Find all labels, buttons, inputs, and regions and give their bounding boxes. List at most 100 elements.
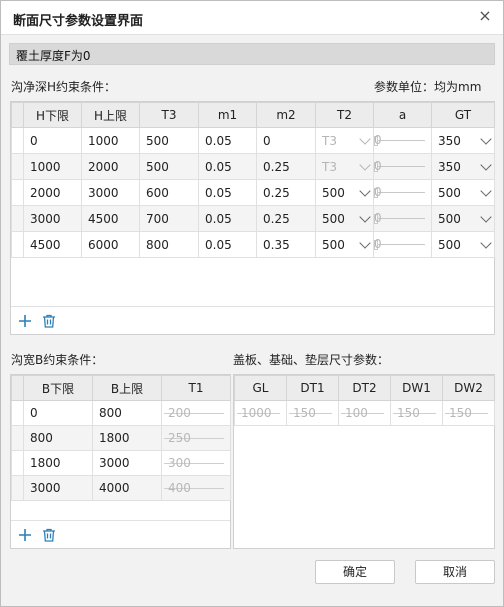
a-slider[interactable]: 0 — [373, 231, 432, 258]
t3-cell[interactable]: 700 — [139, 205, 199, 232]
col-header-b-max[interactable]: B上限 — [92, 375, 162, 401]
chevron-down-icon — [359, 158, 371, 171]
t2-select[interactable]: 500 — [315, 179, 374, 206]
col-header-t1[interactable]: T1 — [161, 375, 231, 401]
cancel-button[interactable]: 取消 — [415, 560, 495, 584]
dw1-cell[interactable]: 150 — [390, 400, 443, 426]
h-max-cell[interactable]: 1000 — [81, 127, 140, 154]
row-stub[interactable] — [11, 231, 24, 258]
col-header-dw2[interactable]: DW2 — [442, 375, 495, 401]
b-max-cell[interactable]: 4000 — [92, 475, 162, 501]
table-row: 1000 150 100 150 150 — [234, 400, 495, 426]
t2-select[interactable]: 500 — [315, 205, 374, 232]
m2-cell[interactable]: 0.25 — [256, 153, 316, 180]
b-max-cell[interactable]: 3000 — [92, 450, 162, 476]
col-header-a[interactable]: a — [373, 102, 432, 128]
col-header-dt1[interactable]: DT1 — [286, 375, 339, 401]
col-header-gt[interactable]: GT — [431, 102, 495, 128]
h-min-cell[interactable]: 2000 — [23, 179, 82, 206]
b-min-cell[interactable]: 1800 — [23, 450, 93, 476]
h-max-cell[interactable]: 2000 — [81, 153, 140, 180]
t2-select[interactable]: 500 — [315, 231, 374, 258]
row-stub[interactable] — [11, 127, 24, 154]
h-min-cell[interactable]: 1000 — [23, 153, 82, 180]
b-max-cell[interactable]: 1800 — [92, 425, 162, 451]
a-slider[interactable]: 0 — [373, 127, 432, 154]
row-stub[interactable] — [11, 205, 24, 232]
col-header-t3[interactable]: T3 — [139, 102, 199, 128]
plus-icon[interactable] — [17, 527, 33, 543]
a-slider[interactable]: 0 — [373, 179, 432, 206]
m2-cell[interactable]: 0.25 — [256, 205, 316, 232]
gt-value: 350 — [438, 159, 461, 174]
row-stub[interactable] — [11, 450, 24, 476]
row-stub[interactable] — [11, 179, 24, 206]
h-table-toolbar — [11, 306, 494, 334]
ok-button[interactable]: 确定 — [315, 560, 395, 584]
b-min-cell[interactable]: 0 — [23, 400, 93, 426]
gt-select[interactable]: 500 — [431, 205, 495, 232]
m1-cell[interactable]: 0.05 — [198, 205, 257, 232]
h-min-cell[interactable]: 3000 — [23, 205, 82, 232]
t1-cell[interactable]: 400 — [161, 475, 231, 501]
gt-select[interactable]: 350 — [431, 127, 495, 154]
b-min-cell[interactable]: 800 — [23, 425, 93, 451]
m1-cell[interactable]: 0.05 — [198, 179, 257, 206]
col-header-m2[interactable]: m2 — [256, 102, 316, 128]
m1-cell[interactable]: 0.05 — [198, 127, 257, 154]
t2-select[interactable]: T3 — [315, 127, 374, 154]
close-icon[interactable]: × — [477, 8, 493, 24]
b-max-cell[interactable]: 800 — [92, 400, 162, 426]
h-max-cell[interactable]: 6000 — [81, 231, 140, 258]
m2-cell[interactable]: 0.35 — [256, 231, 316, 258]
dt1-cell[interactable]: 150 — [286, 400, 339, 426]
trash-icon[interactable] — [41, 527, 57, 543]
dw2-cell[interactable]: 150 — [442, 400, 495, 426]
col-header-m1[interactable]: m1 — [198, 102, 257, 128]
dt2-cell[interactable]: 100 — [338, 400, 391, 426]
a-slider[interactable]: 0 — [373, 205, 432, 232]
t3-cell[interactable]: 600 — [139, 179, 199, 206]
trash-icon[interactable] — [41, 313, 57, 329]
t3-cell[interactable]: 800 — [139, 231, 199, 258]
m1-cell[interactable]: 0.05 — [198, 231, 257, 258]
b-constraint-table: B下限 B上限 T1 0 800 200 800 1800 250 1800 3000 300 3… — [11, 375, 231, 501]
plus-icon[interactable] — [17, 313, 33, 329]
t3-cell[interactable]: 500 — [139, 153, 199, 180]
h-max-cell[interactable]: 3000 — [81, 179, 140, 206]
a-slider[interactable]: 0 — [373, 153, 432, 180]
h-max-cell[interactable]: 4500 — [81, 205, 140, 232]
m2-cell[interactable]: 0.25 — [256, 179, 316, 206]
t1-cell[interactable]: 250 — [161, 425, 231, 451]
table-row: 1800 3000 300 — [11, 450, 231, 476]
col-header-t2[interactable]: T2 — [315, 102, 374, 128]
gt-value: 500 — [438, 211, 461, 226]
row-stub[interactable] — [11, 400, 24, 426]
row-stub[interactable] — [11, 425, 24, 451]
h-min-cell[interactable]: 0 — [23, 127, 82, 154]
m2-cell[interactable]: 0 — [256, 127, 316, 154]
t3-cell[interactable]: 500 — [139, 127, 199, 154]
col-header-b-min[interactable]: B下限 — [23, 375, 93, 401]
title-bar: 断面尺寸参数设置界面 × — [1, 1, 503, 35]
gt-select[interactable]: 500 — [431, 179, 495, 206]
m1-cell[interactable]: 0.05 — [198, 153, 257, 180]
row-header-corner — [11, 102, 24, 128]
col-header-h-max[interactable]: H上限 — [81, 102, 140, 128]
col-header-dt2[interactable]: DT2 — [338, 375, 391, 401]
col-header-h-min[interactable]: H下限 — [23, 102, 82, 128]
b-min-cell[interactable]: 3000 — [23, 475, 93, 501]
t1-cell[interactable]: 200 — [161, 400, 231, 426]
h-min-cell[interactable]: 4500 — [23, 231, 82, 258]
col-header-dw1[interactable]: DW1 — [390, 375, 443, 401]
chevron-down-icon — [359, 210, 371, 223]
col-header-gl[interactable]: GL — [234, 375, 287, 401]
t2-select[interactable]: T3 — [315, 153, 374, 180]
gt-select[interactable]: 500 — [431, 231, 495, 258]
gl-cell[interactable]: 1000 — [234, 400, 287, 426]
row-stub[interactable] — [11, 153, 24, 180]
row-stub[interactable] — [11, 475, 24, 501]
t1-cell[interactable]: 300 — [161, 450, 231, 476]
t2-value: 500 — [322, 211, 345, 226]
gt-select[interactable]: 350 — [431, 153, 495, 180]
